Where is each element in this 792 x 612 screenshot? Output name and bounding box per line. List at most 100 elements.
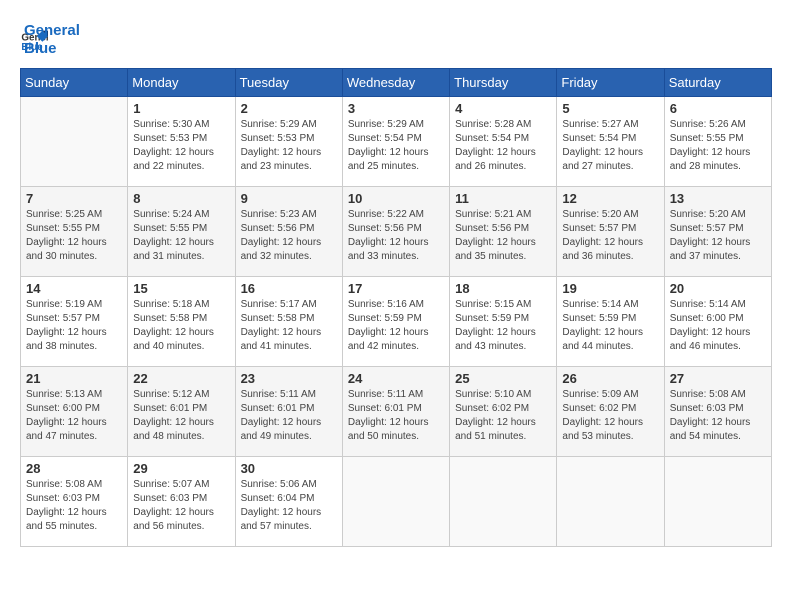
day-number: 30: [241, 461, 337, 476]
calendar-week-1: 1Sunrise: 5:30 AMSunset: 5:53 PMDaylight…: [21, 97, 772, 187]
day-detail: Sunrise: 5:17 AMSunset: 5:58 PMDaylight:…: [241, 298, 337, 354]
calendar-cell: 21 Sunrise: 5:13 AMSunset: 6:00 PMDayligh…: [21, 367, 128, 457]
calendar-cell: [342, 457, 449, 547]
calendar-cell: 7Sunrise: 5:25 AMSunset: 5:55 PMDaylight…: [21, 187, 128, 277]
column-header-thursday: Thursday: [450, 69, 557, 97]
day-number: 4: [455, 101, 551, 116]
calendar-cell: 15 Sunrise: 5:18 AMSunset: 5:58 PMDayligh…: [128, 277, 235, 367]
calendar-cell: 19 Sunrise: 5:14 AMSunset: 5:59 PMDayligh…: [557, 277, 664, 367]
day-number: 14: [26, 281, 122, 296]
day-detail: Sunrise: 5:29 AMSunset: 5:53 PMDaylight:…: [241, 118, 337, 174]
day-number: 2: [241, 101, 337, 116]
day-number: 27: [670, 371, 766, 386]
day-detail: Sunrise: 5:14 AMSunset: 5:59 PMDaylight:…: [562, 298, 658, 354]
day-number: 24: [348, 371, 444, 386]
day-detail: Sunrise: 5:18 AMSunset: 5:58 PMDaylight:…: [133, 298, 229, 354]
calendar-week-5: 28 Sunrise: 5:08 AMSunset: 6:03 PMDayligh…: [21, 457, 772, 547]
day-detail: Sunrise: 5:19 AMSunset: 5:57 PMDaylight:…: [26, 298, 122, 354]
day-number: 8: [133, 191, 229, 206]
calendar-cell: 16 Sunrise: 5:17 AMSunset: 5:58 PMDayligh…: [235, 277, 342, 367]
day-number: 10: [348, 191, 444, 206]
column-header-monday: Monday: [128, 69, 235, 97]
day-number: 16: [241, 281, 337, 296]
calendar-week-4: 21 Sunrise: 5:13 AMSunset: 6:00 PMDayligh…: [21, 367, 772, 457]
day-number: 3: [348, 101, 444, 116]
day-number: 19: [562, 281, 658, 296]
day-detail: Sunrise: 5:15 AMSunset: 5:59 PMDaylight:…: [455, 298, 551, 354]
calendar-cell: 11Sunrise: 5:21 AMSunset: 5:56 PMDayligh…: [450, 187, 557, 277]
day-detail: Sunrise: 5:13 AMSunset: 6:00 PMDaylight:…: [26, 388, 122, 444]
calendar-cell: 8 Sunrise: 5:24 AMSunset: 5:55 PMDaylight…: [128, 187, 235, 277]
day-number: 18: [455, 281, 551, 296]
calendar-cell: 25 Sunrise: 5:10 AMSunset: 6:02 PMDayligh…: [450, 367, 557, 457]
day-number: 5: [562, 101, 658, 116]
column-header-tuesday: Tuesday: [235, 69, 342, 97]
calendar-cell: [450, 457, 557, 547]
day-detail: Sunrise: 5:27 AMSunset: 5:54 PMDaylight:…: [562, 118, 658, 174]
day-number: 25: [455, 371, 551, 386]
page-header: General Blue General Blue: [20, 20, 772, 58]
calendar-cell: 24 Sunrise: 5:11 AMSunset: 6:01 PMDayligh…: [342, 367, 449, 457]
day-detail: Sunrise: 5:08 AMSunset: 6:03 PMDaylight:…: [26, 478, 122, 534]
day-detail: Sunrise: 5:11 AMSunset: 6:01 PMDaylight:…: [348, 388, 444, 444]
day-number: 20: [670, 281, 766, 296]
day-number: 29: [133, 461, 229, 476]
calendar-header-row: SundayMondayTuesdayWednesdayThursdayFrid…: [21, 69, 772, 97]
calendar-cell: 17Sunrise: 5:16 AMSunset: 5:59 PMDayligh…: [342, 277, 449, 367]
calendar-cell: 28 Sunrise: 5:08 AMSunset: 6:03 PMDayligh…: [21, 457, 128, 547]
calendar-cell: [21, 97, 128, 187]
calendar-cell: 22 Sunrise: 5:12 AMSunset: 6:01 PMDayligh…: [128, 367, 235, 457]
calendar-cell: 14 Sunrise: 5:19 AMSunset: 5:57 PMDayligh…: [21, 277, 128, 367]
day-detail: Sunrise: 5:29 AMSunset: 5:54 PMDaylight:…: [348, 118, 444, 174]
calendar-cell: 6 Sunrise: 5:26 AMSunset: 5:55 PMDaylight…: [664, 97, 771, 187]
day-detail: Sunrise: 5:09 AMSunset: 6:02 PMDaylight:…: [562, 388, 658, 444]
day-number: 7: [26, 191, 122, 206]
day-detail: Sunrise: 5:11 AMSunset: 6:01 PMDaylight:…: [241, 388, 337, 444]
day-detail: Sunrise: 5:22 AMSunset: 5:56 PMDaylight:…: [348, 208, 444, 264]
calendar-cell: 13Sunrise: 5:20 AMSunset: 5:57 PMDayligh…: [664, 187, 771, 277]
logo-line2: Blue: [24, 40, 80, 58]
day-number: 26: [562, 371, 658, 386]
calendar-cell: 26 Sunrise: 5:09 AMSunset: 6:02 PMDayligh…: [557, 367, 664, 457]
day-detail: Sunrise: 5:21 AMSunset: 5:56 PMDaylight:…: [455, 208, 551, 264]
day-number: 15: [133, 281, 229, 296]
day-number: 28: [26, 461, 122, 476]
day-detail: Sunrise: 5:12 AMSunset: 6:01 PMDaylight:…: [133, 388, 229, 444]
calendar-cell: 5 Sunrise: 5:27 AMSunset: 5:54 PMDaylight…: [557, 97, 664, 187]
calendar-cell: 9Sunrise: 5:23 AMSunset: 5:56 PMDaylight…: [235, 187, 342, 277]
day-detail: Sunrise: 5:28 AMSunset: 5:54 PMDaylight:…: [455, 118, 551, 174]
calendar-cell: 20 Sunrise: 5:14 AMSunset: 6:00 PMDayligh…: [664, 277, 771, 367]
day-detail: Sunrise: 5:10 AMSunset: 6:02 PMDaylight:…: [455, 388, 551, 444]
calendar-cell: 30 Sunrise: 5:06 AMSunset: 6:04 PMDayligh…: [235, 457, 342, 547]
day-detail: Sunrise: 5:08 AMSunset: 6:03 PMDaylight:…: [670, 388, 766, 444]
day-detail: Sunrise: 5:24 AMSunset: 5:55 PMDaylight:…: [133, 208, 229, 264]
day-detail: Sunrise: 5:07 AMSunset: 6:03 PMDaylight:…: [133, 478, 229, 534]
calendar-cell: 4 Sunrise: 5:28 AMSunset: 5:54 PMDaylight…: [450, 97, 557, 187]
calendar-cell: 1Sunrise: 5:30 AMSunset: 5:53 PMDaylight…: [128, 97, 235, 187]
calendar-table: SundayMondayTuesdayWednesdayThursdayFrid…: [20, 68, 772, 547]
day-detail: Sunrise: 5:14 AMSunset: 6:00 PMDaylight:…: [670, 298, 766, 354]
day-detail: Sunrise: 5:23 AMSunset: 5:56 PMDaylight:…: [241, 208, 337, 264]
column-header-wednesday: Wednesday: [342, 69, 449, 97]
column-header-saturday: Saturday: [664, 69, 771, 97]
column-header-sunday: Sunday: [21, 69, 128, 97]
column-header-friday: Friday: [557, 69, 664, 97]
day-detail: Sunrise: 5:20 AMSunset: 5:57 PMDaylight:…: [562, 208, 658, 264]
calendar-cell: 18 Sunrise: 5:15 AMSunset: 5:59 PMDayligh…: [450, 277, 557, 367]
calendar-cell: 3 Sunrise: 5:29 AMSunset: 5:54 PMDaylight…: [342, 97, 449, 187]
day-detail: Sunrise: 5:26 AMSunset: 5:55 PMDaylight:…: [670, 118, 766, 174]
logo: General Blue General Blue: [20, 20, 80, 58]
day-number: 22: [133, 371, 229, 386]
calendar-body: 1Sunrise: 5:30 AMSunset: 5:53 PMDaylight…: [21, 97, 772, 547]
day-number: 6: [670, 101, 766, 116]
calendar-cell: 10 Sunrise: 5:22 AMSunset: 5:56 PMDayligh…: [342, 187, 449, 277]
day-number: 13: [670, 191, 766, 206]
calendar-cell: 12Sunrise: 5:20 AMSunset: 5:57 PMDayligh…: [557, 187, 664, 277]
calendar-week-2: 7Sunrise: 5:25 AMSunset: 5:55 PMDaylight…: [21, 187, 772, 277]
calendar-cell: 23 Sunrise: 5:11 AMSunset: 6:01 PMDayligh…: [235, 367, 342, 457]
calendar-week-3: 14 Sunrise: 5:19 AMSunset: 5:57 PMDayligh…: [21, 277, 772, 367]
day-number: 21: [26, 371, 122, 386]
logo-line1: General: [24, 22, 80, 40]
day-detail: Sunrise: 5:06 AMSunset: 6:04 PMDaylight:…: [241, 478, 337, 534]
day-number: 23: [241, 371, 337, 386]
